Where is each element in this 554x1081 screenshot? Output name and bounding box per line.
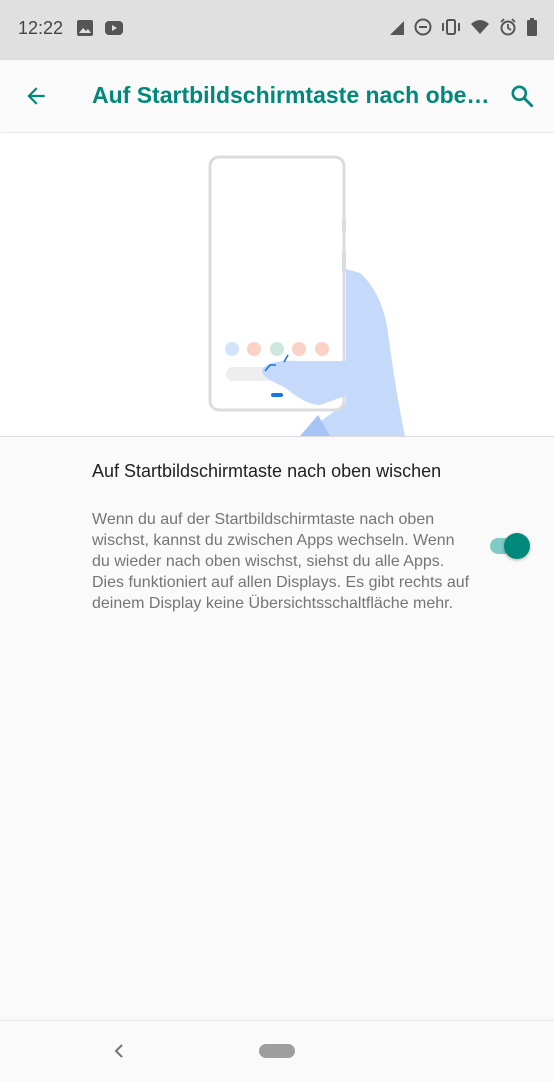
setting-title: Auf Startbildschirmtaste nach oben wisch… [92,461,442,481]
nav-back-icon [114,1044,123,1058]
alarm-icon [499,18,517,41]
system-nav-bar [0,1020,554,1081]
do-not-disturb-icon [414,18,432,41]
signal-icon [389,18,405,41]
search-button[interactable] [504,78,540,114]
toggle-thumb [504,533,530,559]
phone-hand-illustration [208,155,405,436]
swipe-up-toggle[interactable] [488,533,530,559]
youtube-icon [104,19,124,42]
search-icon [511,85,534,108]
page-title: Auf Startbildschirmtaste nach oben wisch… [92,82,492,108]
back-button[interactable] [18,78,54,114]
gesture-illustration [0,133,554,436]
status-bar: 12:22 [0,0,554,60]
status-left-icons [76,19,124,42]
nav-back-button[interactable] [108,1039,130,1063]
image-icon [76,19,94,42]
home-pill-icon[interactable] [259,1044,295,1058]
battery-icon [526,18,538,41]
arrow-back-icon [27,87,45,105]
status-right-icons [389,18,538,41]
status-time: 12:22 [18,18,64,38]
vibrate-icon [441,18,461,41]
wifi-icon [470,18,490,41]
app-bar: Auf Startbildschirmtaste nach oben wisch… [0,60,554,132]
setting-description: Wenn du auf der Startbildschirmtaste nac… [92,511,470,612]
swipe-up-setting-row[interactable]: Auf Startbildschirmtaste nach oben wisch… [0,437,554,647]
